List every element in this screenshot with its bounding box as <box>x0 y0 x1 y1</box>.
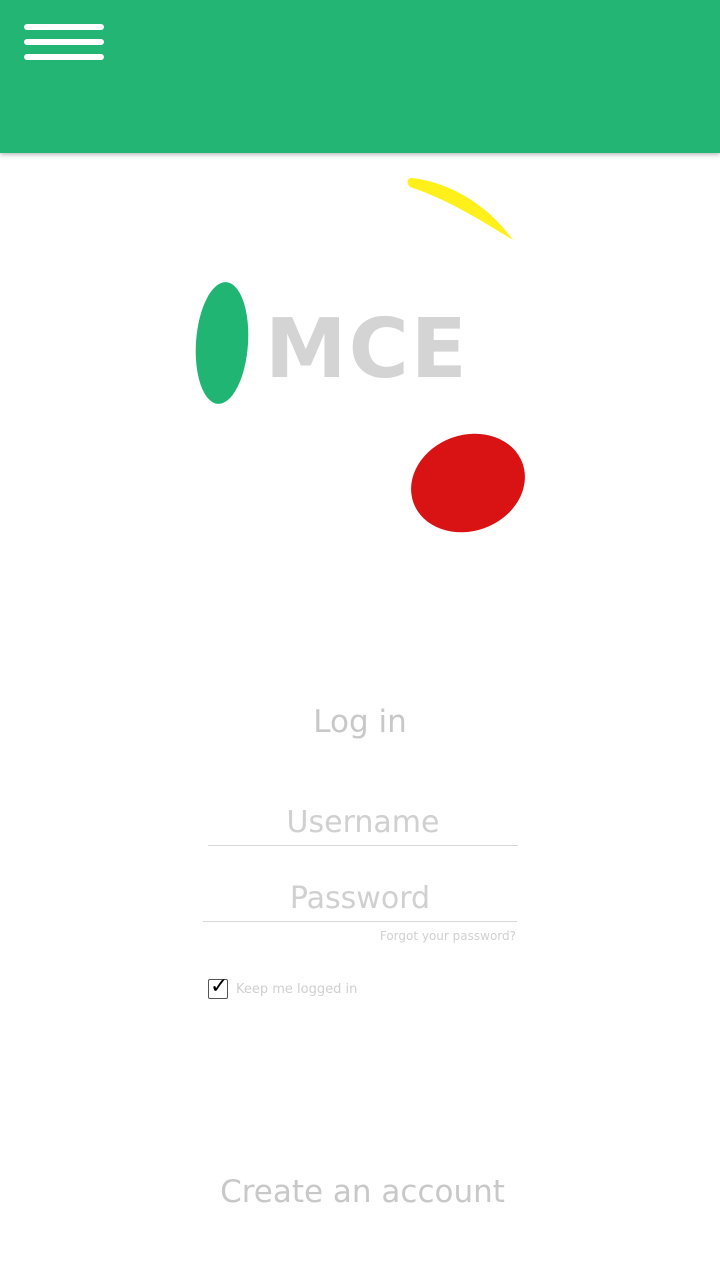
keep-logged-in-checkbox[interactable]: ✓ <box>208 974 228 999</box>
logo-red-blob <box>411 433 525 533</box>
checkmark-icon: ✓ <box>210 974 229 999</box>
logo-text: MCE <box>265 302 469 397</box>
create-account-button[interactable]: Create an account <box>0 1170 720 1214</box>
keep-logged-in-toggle[interactable]: ✓ Keep me logged in <box>208 974 358 1001</box>
username-input[interactable] <box>208 801 518 846</box>
logo-yellow-arc <box>407 178 513 240</box>
login-title: Log in <box>313 704 407 740</box>
keep-logged-in-label: Keep me logged in <box>236 981 358 997</box>
logo-green-leaf <box>195 282 249 404</box>
app-bar <box>0 0 720 153</box>
hamburger-menu-icon[interactable] <box>24 24 104 60</box>
forgot-password-link[interactable]: Forgot your password? <box>300 929 516 943</box>
password-input[interactable] <box>203 877 517 922</box>
